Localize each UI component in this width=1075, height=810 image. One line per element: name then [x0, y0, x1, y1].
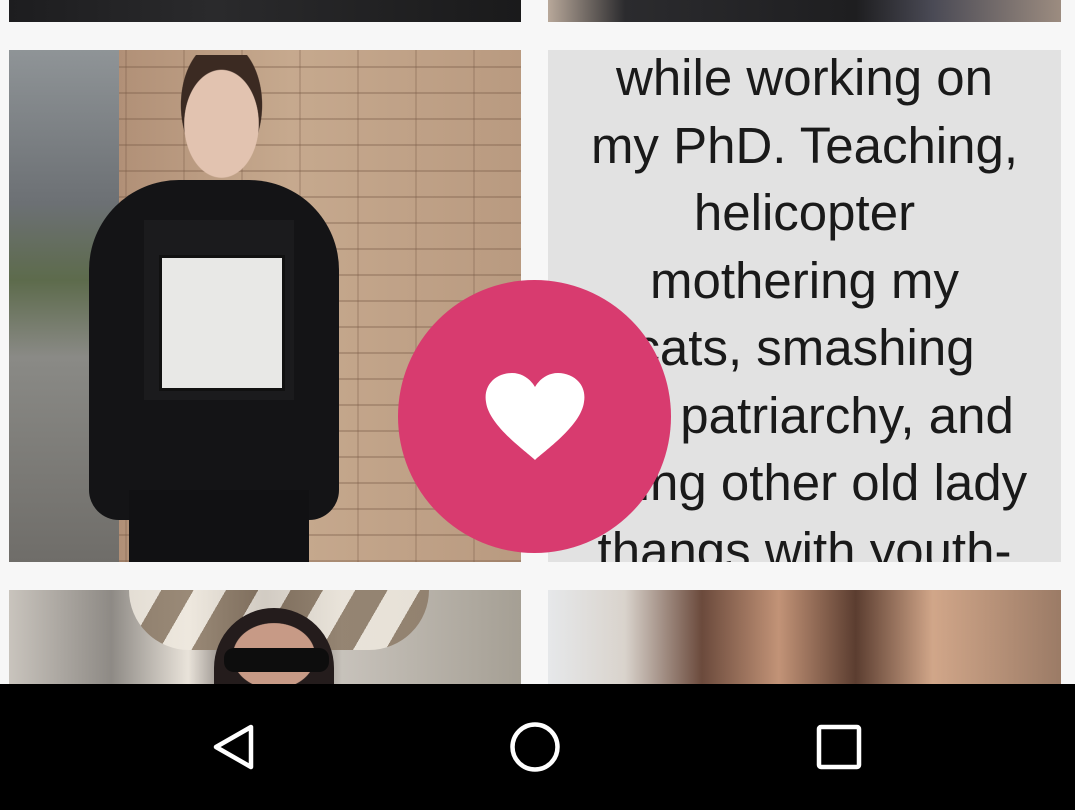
photo-tile-top-right[interactable] [548, 0, 1061, 22]
photo-subject-pants [129, 490, 309, 562]
square-recents-icon [816, 724, 862, 770]
like-button[interactable] [398, 280, 671, 553]
photo-tile-bottom-left[interactable] [9, 590, 521, 684]
photo-subject-head [174, 55, 269, 180]
shirt-print-graphic [159, 255, 285, 391]
system-navigation-bar [0, 684, 1075, 810]
heart-icon [485, 372, 584, 460]
circle-home-icon [510, 722, 560, 772]
home-button[interactable] [480, 704, 590, 790]
back-button[interactable] [178, 704, 288, 790]
recents-button[interactable] [784, 704, 894, 790]
photo-tile-bottom-right[interactable] [548, 590, 1061, 684]
photo-subject-sunglasses [224, 648, 329, 672]
triangle-back-icon [213, 724, 254, 770]
photo-tile-top-left[interactable] [9, 0, 521, 22]
